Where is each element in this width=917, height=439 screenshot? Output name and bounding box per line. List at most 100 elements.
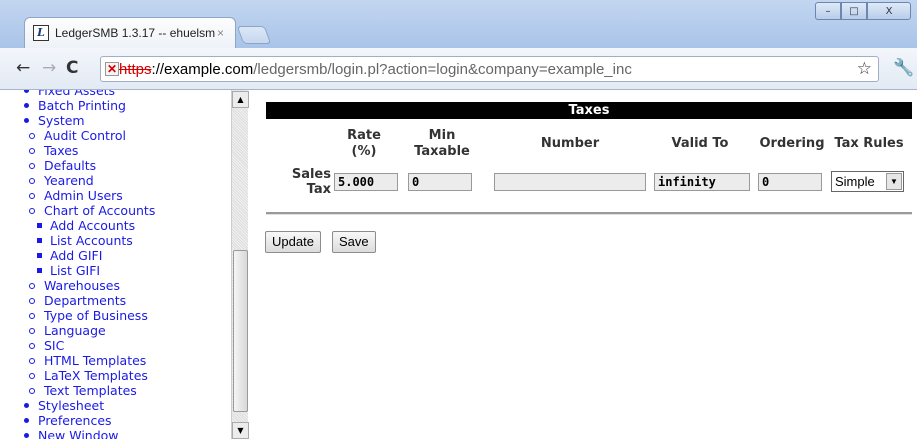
save-button[interactable]: Save: [332, 231, 376, 253]
circle-bullet-icon: [29, 388, 35, 394]
square-bullet-icon: [37, 238, 42, 243]
sidebar-item-preferences[interactable]: Preferences: [0, 413, 155, 428]
square-bullet-icon: [37, 253, 42, 258]
sidebar-item-label: Yearend: [44, 173, 94, 188]
sidebar-scrollbar[interactable]: ▲ ▼: [231, 90, 249, 439]
circle-bullet-icon: [29, 283, 35, 289]
header-rate: Rate (%): [347, 128, 381, 159]
circle-bullet-icon: [29, 313, 35, 319]
sidebar-item-defaults[interactable]: Defaults: [0, 158, 155, 173]
disc-bullet-icon: [24, 403, 29, 408]
sidebar-item-fixed-assets[interactable]: Fixed Assets: [0, 90, 155, 98]
sidebar-menu: Fixed Assets Batch Printing System Audit Co…: [0, 90, 250, 439]
sidebar-item-label: Defaults: [44, 158, 97, 173]
sidebar-item-admin-users[interactable]: Admin Users: [0, 188, 155, 203]
sidebar-item-add-accounts[interactable]: Add Accounts: [0, 218, 155, 233]
sidebar-item-label: Type of Business: [44, 308, 148, 323]
sidebar-item-label: Taxes: [44, 143, 79, 158]
divider: [266, 212, 912, 215]
new-tab-button[interactable]: [236, 26, 272, 44]
tab-close-icon[interactable]: ×: [217, 26, 224, 40]
circle-bullet-icon: [29, 358, 35, 364]
taxes-form: Taxes Rate (%) Min Taxable Number Valid …: [260, 90, 917, 439]
sidebar-item-label: System: [38, 113, 85, 128]
sidebar-item-warehouses[interactable]: Warehouses: [0, 278, 155, 293]
sidebar-item-label: New Window: [38, 428, 119, 439]
sidebar-item-language[interactable]: Language: [0, 323, 155, 338]
rate-field[interactable]: 5.000: [334, 173, 398, 191]
square-bullet-icon: [37, 268, 42, 273]
sidebar-item-label: SIC: [44, 338, 65, 353]
sidebar-item-label: Batch Printing: [38, 98, 126, 113]
sidebar-item-latex-templates[interactable]: LaTeX Templates: [0, 368, 155, 383]
sidebar-item-batch-printing[interactable]: Batch Printing: [0, 98, 155, 113]
circle-bullet-icon: [29, 163, 35, 169]
back-arrow-icon[interactable]: ←: [16, 58, 30, 78]
insecure-lock-icon[interactable]: ✕: [105, 62, 119, 76]
circle-bullet-icon: [29, 208, 35, 214]
sidebar-item-text-templates[interactable]: Text Templates: [0, 383, 155, 398]
close-window-button[interactable]: X: [867, 2, 911, 20]
circle-bullet-icon: [29, 343, 35, 349]
update-button[interactable]: Update: [265, 231, 321, 253]
dropdown-arrow-icon[interactable]: ▼: [886, 173, 902, 190]
bookmark-star-icon[interactable]: ☆: [857, 59, 872, 79]
browser-toolbar: ← → C ✕ https://example.com/ledgersmb/lo…: [0, 48, 917, 90]
sidebar-item-stylesheet[interactable]: Stylesheet: [0, 398, 155, 413]
sidebar-item-add-gifi[interactable]: Add GIFI: [0, 248, 155, 263]
sidebar-item-label: Warehouses: [44, 278, 120, 293]
sidebar-item-list-gifi[interactable]: List GIFI: [0, 263, 155, 278]
number-field[interactable]: [494, 173, 646, 191]
sidebar-item-sic[interactable]: SIC: [0, 338, 155, 353]
sidebar-item-html-templates[interactable]: HTML Templates: [0, 353, 155, 368]
sidebar-item-chart-of-accounts[interactable]: Chart of Accounts: [0, 203, 155, 218]
page-content: Fixed Assets Batch Printing System Audit Co…: [0, 90, 917, 439]
page-title: Taxes: [266, 102, 912, 119]
circle-bullet-icon: [29, 133, 35, 139]
ordering-field[interactable]: 0: [758, 173, 822, 191]
min-taxable-field[interactable]: 0: [408, 173, 472, 191]
header-min-taxable: Min Taxable: [414, 128, 470, 159]
tax-rules-select[interactable]: Simple ▼: [831, 171, 904, 192]
url-scheme: https: [119, 60, 152, 78]
header-tax-rules: Tax Rules: [834, 136, 904, 151]
sidebar-item-departments[interactable]: Departments: [0, 293, 155, 308]
menu-list: Fixed Assets Batch Printing System Audit Co…: [0, 90, 155, 439]
sidebar-item-label: Text Templates: [44, 383, 137, 398]
sidebar-item-label: Chart of Accounts: [44, 203, 156, 218]
maximize-button[interactable]: □: [841, 2, 867, 20]
sidebar-item-new-window[interactable]: New Window: [0, 428, 155, 439]
browser-tab[interactable]: L LedgerSMB 1.3.17 -- ehuelsma ×: [24, 17, 236, 48]
ledgersmb-favicon-icon: L: [33, 25, 49, 41]
sidebar-item-system[interactable]: System: [0, 113, 155, 128]
sidebar-item-label: List Accounts: [50, 233, 133, 248]
address-bar[interactable]: ✕ https://example.com/ledgersmb/login.pl…: [100, 56, 879, 82]
sidebar-item-label: Fixed Assets: [38, 90, 116, 98]
browser-titlebar: L LedgerSMB 1.3.17 -- ehuelsma × – □ X: [0, 0, 917, 48]
circle-bullet-icon: [29, 178, 35, 184]
sidebar-item-yearend[interactable]: Yearend: [0, 173, 155, 188]
sidebar-item-audit-control[interactable]: Audit Control: [0, 128, 155, 143]
scrollbar-thumb[interactable]: [233, 250, 248, 412]
sidebar-item-label: Add Accounts: [50, 218, 136, 233]
wrench-menu-icon[interactable]: 🔧: [893, 58, 914, 78]
sidebar-item-type-of-business[interactable]: Type of Business: [0, 308, 155, 323]
header-valid-to: Valid To: [671, 136, 729, 151]
sidebar-item-label: Departments: [44, 293, 127, 308]
sidebar-item-label: List GIFI: [50, 263, 101, 278]
scroll-up-arrow-icon[interactable]: ▲: [232, 91, 249, 108]
sidebar-item-list-accounts[interactable]: List Accounts: [0, 233, 155, 248]
window-controls: – □ X: [815, 2, 911, 20]
forward-arrow-icon[interactable]: →: [42, 58, 56, 78]
circle-bullet-icon: [29, 193, 35, 199]
header-number: Number: [540, 136, 600, 151]
minimize-button[interactable]: –: [815, 2, 841, 20]
sidebar-item-taxes[interactable]: Taxes: [0, 143, 155, 158]
header-ordering: Ordering: [759, 136, 825, 151]
circle-bullet-icon: [29, 148, 35, 154]
disc-bullet-icon: [24, 433, 29, 438]
scroll-down-arrow-icon[interactable]: ▼: [232, 422, 249, 439]
valid-to-field[interactable]: infinity: [654, 173, 750, 191]
reload-icon[interactable]: C: [66, 58, 78, 78]
row-label-sales-tax: Sales Tax: [291, 167, 331, 197]
